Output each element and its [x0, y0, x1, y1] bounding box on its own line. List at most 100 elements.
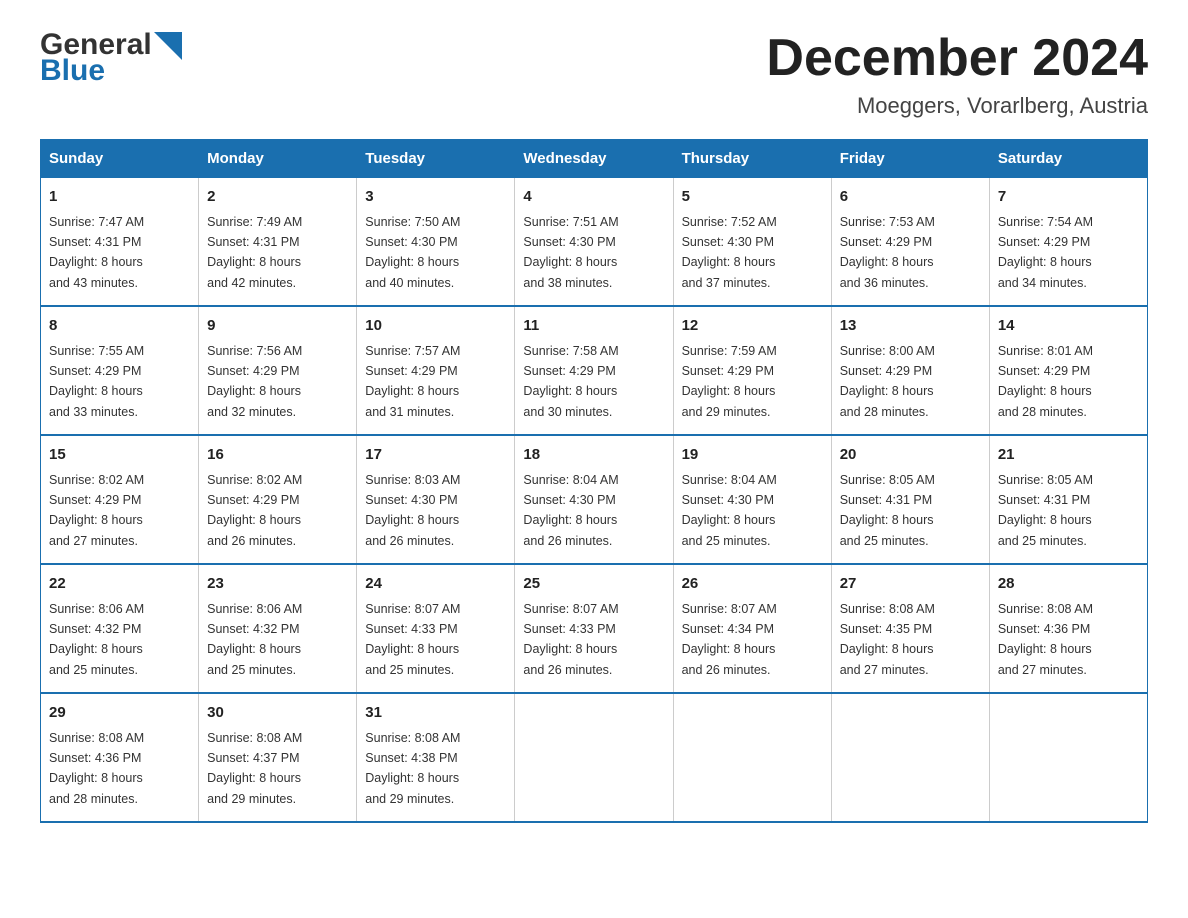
day-info: Sunrise: 7:55 AMSunset: 4:29 PMDaylight:… — [49, 344, 144, 419]
col-friday: Friday — [831, 140, 989, 178]
day-info: Sunrise: 8:05 AMSunset: 4:31 PMDaylight:… — [998, 473, 1093, 548]
location-title: Moeggers, Vorarlberg, Austria — [766, 93, 1148, 119]
calendar-cell: 16 Sunrise: 8:02 AMSunset: 4:29 PMDaylig… — [199, 435, 357, 564]
day-info: Sunrise: 7:57 AMSunset: 4:29 PMDaylight:… — [365, 344, 460, 419]
day-number: 16 — [207, 444, 348, 467]
month-title: December 2024 — [766, 30, 1148, 87]
calendar-cell: 26 Sunrise: 8:07 AMSunset: 4:34 PMDaylig… — [673, 564, 831, 693]
day-number: 19 — [682, 444, 823, 467]
calendar-cell: 15 Sunrise: 8:02 AMSunset: 4:29 PMDaylig… — [41, 435, 199, 564]
day-info: Sunrise: 8:08 AMSunset: 4:37 PMDaylight:… — [207, 731, 302, 806]
calendar-cell: 11 Sunrise: 7:58 AMSunset: 4:29 PMDaylig… — [515, 306, 673, 435]
day-number: 29 — [49, 702, 190, 725]
calendar-header-row: Sunday Monday Tuesday Wednesday Thursday… — [41, 140, 1148, 178]
day-info: Sunrise: 8:04 AMSunset: 4:30 PMDaylight:… — [682, 473, 777, 548]
day-number: 7 — [998, 186, 1139, 209]
day-number: 23 — [207, 573, 348, 596]
day-info: Sunrise: 7:50 AMSunset: 4:30 PMDaylight:… — [365, 215, 460, 290]
calendar-cell — [989, 693, 1147, 822]
day-number: 25 — [523, 573, 664, 596]
calendar-cell: 12 Sunrise: 7:59 AMSunset: 4:29 PMDaylig… — [673, 306, 831, 435]
day-number: 20 — [840, 444, 981, 467]
calendar-cell: 7 Sunrise: 7:54 AMSunset: 4:29 PMDayligh… — [989, 178, 1147, 307]
logo: General Blue — [40, 30, 182, 86]
calendar-cell: 21 Sunrise: 8:05 AMSunset: 4:31 PMDaylig… — [989, 435, 1147, 564]
day-info: Sunrise: 8:06 AMSunset: 4:32 PMDaylight:… — [49, 602, 144, 677]
day-number: 11 — [523, 315, 664, 338]
calendar-cell: 4 Sunrise: 7:51 AMSunset: 4:30 PMDayligh… — [515, 178, 673, 307]
calendar-week-row: 29 Sunrise: 8:08 AMSunset: 4:36 PMDaylig… — [41, 693, 1148, 822]
day-info: Sunrise: 8:07 AMSunset: 4:34 PMDaylight:… — [682, 602, 777, 677]
page-header: General Blue December 2024 Moeggers, Vor… — [40, 30, 1148, 119]
day-number: 5 — [682, 186, 823, 209]
day-info: Sunrise: 7:52 AMSunset: 4:30 PMDaylight:… — [682, 215, 777, 290]
calendar-cell: 6 Sunrise: 7:53 AMSunset: 4:29 PMDayligh… — [831, 178, 989, 307]
calendar-week-row: 1 Sunrise: 7:47 AMSunset: 4:31 PMDayligh… — [41, 178, 1148, 307]
day-number: 30 — [207, 702, 348, 725]
day-number: 10 — [365, 315, 506, 338]
calendar-cell: 17 Sunrise: 8:03 AMSunset: 4:30 PMDaylig… — [357, 435, 515, 564]
day-number: 3 — [365, 186, 506, 209]
day-number: 13 — [840, 315, 981, 338]
day-number: 22 — [49, 573, 190, 596]
day-number: 8 — [49, 315, 190, 338]
col-tuesday: Tuesday — [357, 140, 515, 178]
calendar-cell: 30 Sunrise: 8:08 AMSunset: 4:37 PMDaylig… — [199, 693, 357, 822]
title-block: December 2024 Moeggers, Vorarlberg, Aust… — [766, 30, 1148, 119]
day-number: 12 — [682, 315, 823, 338]
col-thursday: Thursday — [673, 140, 831, 178]
day-info: Sunrise: 7:51 AMSunset: 4:30 PMDaylight:… — [523, 215, 618, 290]
day-info: Sunrise: 7:56 AMSunset: 4:29 PMDaylight:… — [207, 344, 302, 419]
day-info: Sunrise: 7:47 AMSunset: 4:31 PMDaylight:… — [49, 215, 144, 290]
day-info: Sunrise: 8:02 AMSunset: 4:29 PMDaylight:… — [207, 473, 302, 548]
day-info: Sunrise: 8:08 AMSunset: 4:38 PMDaylight:… — [365, 731, 460, 806]
calendar-week-row: 22 Sunrise: 8:06 AMSunset: 4:32 PMDaylig… — [41, 564, 1148, 693]
calendar-cell: 1 Sunrise: 7:47 AMSunset: 4:31 PMDayligh… — [41, 178, 199, 307]
day-info: Sunrise: 7:53 AMSunset: 4:29 PMDaylight:… — [840, 215, 935, 290]
day-info: Sunrise: 8:05 AMSunset: 4:31 PMDaylight:… — [840, 473, 935, 548]
day-number: 15 — [49, 444, 190, 467]
calendar-cell: 22 Sunrise: 8:06 AMSunset: 4:32 PMDaylig… — [41, 564, 199, 693]
col-wednesday: Wednesday — [515, 140, 673, 178]
calendar-cell: 23 Sunrise: 8:06 AMSunset: 4:32 PMDaylig… — [199, 564, 357, 693]
day-info: Sunrise: 8:04 AMSunset: 4:30 PMDaylight:… — [523, 473, 618, 548]
day-info: Sunrise: 8:08 AMSunset: 4:35 PMDaylight:… — [840, 602, 935, 677]
day-number: 28 — [998, 573, 1139, 596]
day-info: Sunrise: 7:58 AMSunset: 4:29 PMDaylight:… — [523, 344, 618, 419]
calendar-cell: 3 Sunrise: 7:50 AMSunset: 4:30 PMDayligh… — [357, 178, 515, 307]
day-number: 31 — [365, 702, 506, 725]
day-number: 9 — [207, 315, 348, 338]
calendar-cell — [515, 693, 673, 822]
calendar-table: Sunday Monday Tuesday Wednesday Thursday… — [40, 139, 1148, 823]
calendar-cell: 29 Sunrise: 8:08 AMSunset: 4:36 PMDaylig… — [41, 693, 199, 822]
day-info: Sunrise: 8:08 AMSunset: 4:36 PMDaylight:… — [49, 731, 144, 806]
day-info: Sunrise: 7:49 AMSunset: 4:31 PMDaylight:… — [207, 215, 302, 290]
day-info: Sunrise: 8:07 AMSunset: 4:33 PMDaylight:… — [365, 602, 460, 677]
calendar-week-row: 15 Sunrise: 8:02 AMSunset: 4:29 PMDaylig… — [41, 435, 1148, 564]
col-sunday: Sunday — [41, 140, 199, 178]
day-number: 21 — [998, 444, 1139, 467]
calendar-cell: 2 Sunrise: 7:49 AMSunset: 4:31 PMDayligh… — [199, 178, 357, 307]
day-info: Sunrise: 8:08 AMSunset: 4:36 PMDaylight:… — [998, 602, 1093, 677]
calendar-cell: 18 Sunrise: 8:04 AMSunset: 4:30 PMDaylig… — [515, 435, 673, 564]
calendar-cell: 20 Sunrise: 8:05 AMSunset: 4:31 PMDaylig… — [831, 435, 989, 564]
day-number: 1 — [49, 186, 190, 209]
logo-blue: Blue — [40, 56, 105, 86]
calendar-cell: 8 Sunrise: 7:55 AMSunset: 4:29 PMDayligh… — [41, 306, 199, 435]
day-info: Sunrise: 8:03 AMSunset: 4:30 PMDaylight:… — [365, 473, 460, 548]
calendar-cell: 9 Sunrise: 7:56 AMSunset: 4:29 PMDayligh… — [199, 306, 357, 435]
calendar-cell: 10 Sunrise: 7:57 AMSunset: 4:29 PMDaylig… — [357, 306, 515, 435]
calendar-cell: 25 Sunrise: 8:07 AMSunset: 4:33 PMDaylig… — [515, 564, 673, 693]
day-info: Sunrise: 8:07 AMSunset: 4:33 PMDaylight:… — [523, 602, 618, 677]
day-number: 14 — [998, 315, 1139, 338]
calendar-cell: 24 Sunrise: 8:07 AMSunset: 4:33 PMDaylig… — [357, 564, 515, 693]
day-number: 27 — [840, 573, 981, 596]
calendar-week-row: 8 Sunrise: 7:55 AMSunset: 4:29 PMDayligh… — [41, 306, 1148, 435]
col-monday: Monday — [199, 140, 357, 178]
day-number: 18 — [523, 444, 664, 467]
day-number: 2 — [207, 186, 348, 209]
calendar-cell: 28 Sunrise: 8:08 AMSunset: 4:36 PMDaylig… — [989, 564, 1147, 693]
day-info: Sunrise: 7:59 AMSunset: 4:29 PMDaylight:… — [682, 344, 777, 419]
day-info: Sunrise: 8:06 AMSunset: 4:32 PMDaylight:… — [207, 602, 302, 677]
day-number: 6 — [840, 186, 981, 209]
